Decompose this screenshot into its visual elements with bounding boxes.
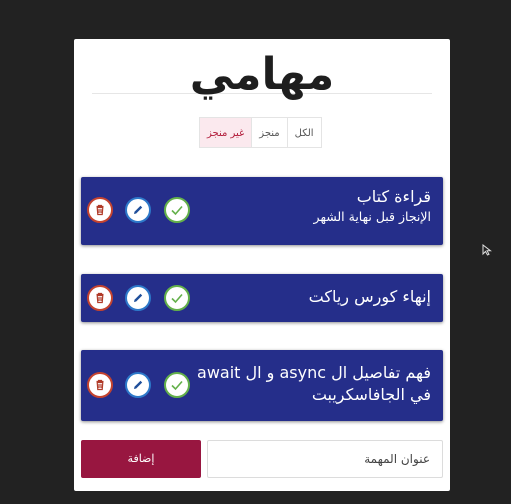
task-item: إنهاء كورس رياكت [81,274,443,322]
task-title: قراءة كتاب [356,187,431,206]
task-text: قراءة كتاب الإنجاز قبل نهاية الشهر [314,186,431,226]
trash-icon [96,204,104,216]
check-icon [171,380,183,391]
task-title: فهم تفاصيل ال async و ال await في الجافا… [197,363,431,404]
trash-icon [96,292,104,304]
page-title: مهامي [92,47,432,100]
check-icon [171,205,183,216]
trash-icon [96,379,104,391]
complete-button[interactable] [164,197,190,223]
delete-button[interactable] [87,372,113,398]
task-text: إنهاء كورس رياكت [309,286,431,308]
mouse-cursor-icon [482,244,492,256]
delete-button[interactable] [87,197,113,223]
filter-group: الكل منجز غير منجز [199,117,322,148]
filter-all[interactable]: الكل [286,117,322,148]
pencil-icon [134,205,143,214]
edit-button[interactable] [125,372,151,398]
add-task-button[interactable]: إضافة [81,440,201,478]
delete-button[interactable] [87,285,113,311]
task-title-input[interactable] [207,440,443,478]
check-icon [171,293,183,304]
pencil-icon [134,293,143,302]
complete-button[interactable] [164,372,190,398]
todo-card: مهامي الكل منجز غير منجز قراءة كتاب الإن… [74,39,450,491]
filter-not-done[interactable]: غير منجز [199,117,253,148]
edit-button[interactable] [125,285,151,311]
task-item: فهم تفاصيل ال async و ال await في الجافا… [81,350,443,421]
task-item: قراءة كتاب الإنجاز قبل نهاية الشهر [81,177,443,245]
task-text: فهم تفاصيل ال async و ال await في الجافا… [186,362,431,406]
complete-button[interactable] [164,285,190,311]
pencil-icon [134,380,143,389]
filter-done[interactable]: منجز [251,117,288,148]
edit-button[interactable] [125,197,151,223]
task-description: الإنجاز قبل نهاية الشهر [313,209,431,224]
task-title: إنهاء كورس رياكت [308,287,431,306]
